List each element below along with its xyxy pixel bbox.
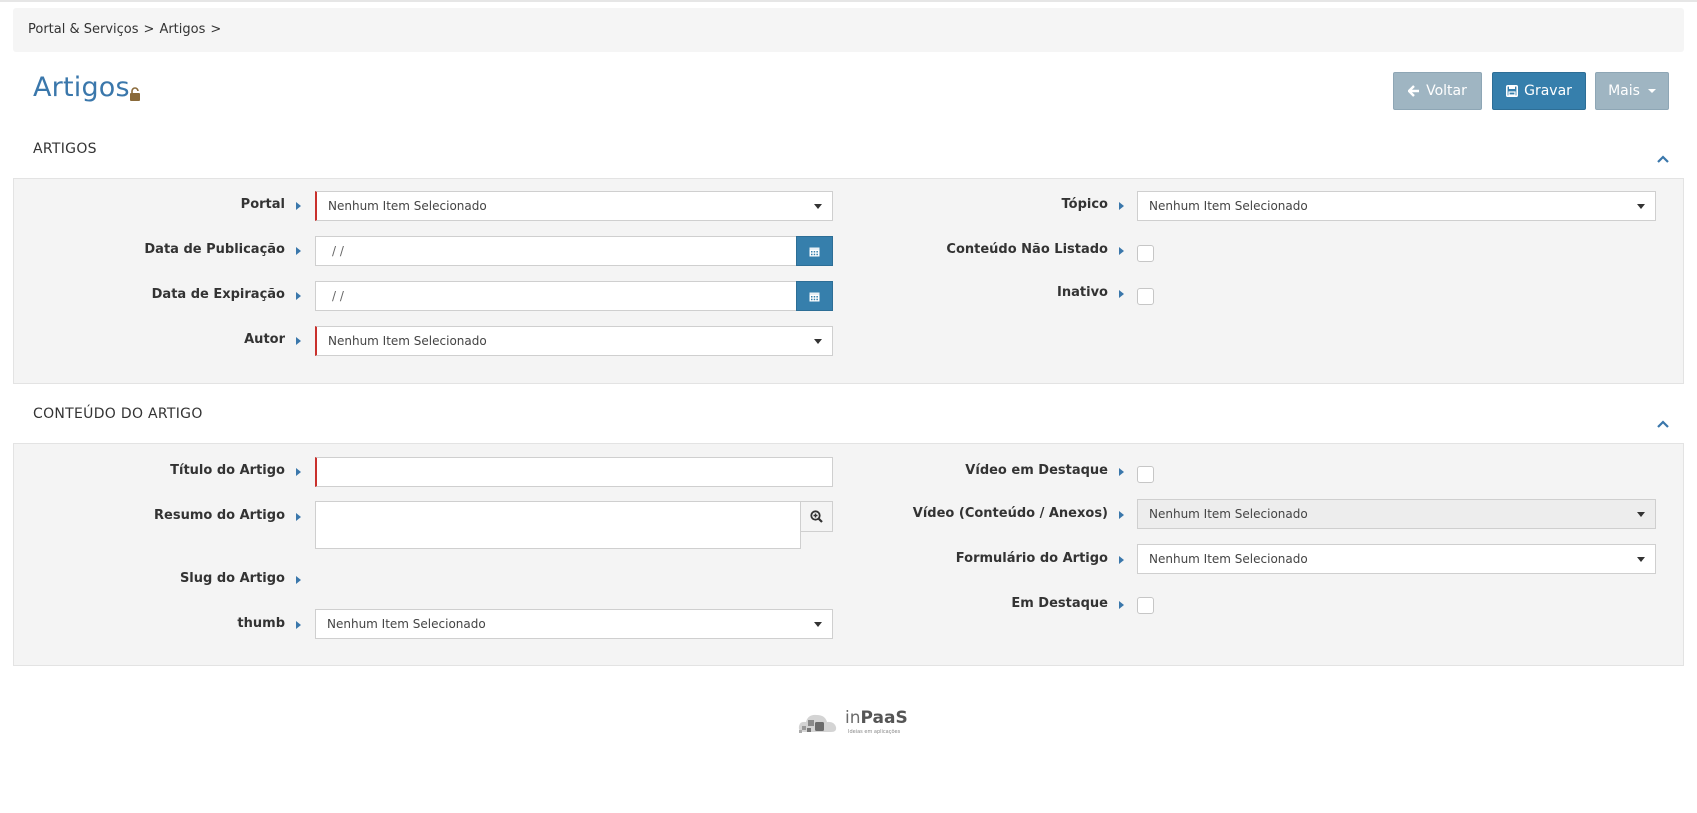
calendar-icon	[809, 247, 820, 256]
top-border	[0, 0, 1697, 2]
portal-select[interactable]: Nenhum Item Selecionado	[315, 191, 833, 221]
logo-in: in	[845, 708, 861, 728]
autor-select[interactable]: Nenhum Item Selecionado	[315, 326, 833, 356]
dropdown-arrow-icon	[1637, 204, 1645, 209]
portal-label: Portal	[240, 197, 285, 212]
caret-right-icon	[1119, 202, 1124, 210]
thumb-select[interactable]: Nenhum Item Selecionado	[315, 609, 833, 639]
caret-right-icon	[296, 337, 301, 345]
topico-select[interactable]: Nenhum Item Selecionado	[1137, 191, 1656, 221]
autor-select-value: Nenhum Item Selecionado	[328, 334, 487, 348]
nao-listado-label: Conteúdo Não Listado	[946, 242, 1108, 257]
arrow-left-icon	[1408, 85, 1420, 97]
pub-date-input[interactable]: / /	[315, 236, 798, 266]
video-select[interactable]: Nenhum Item Selecionado	[1137, 499, 1656, 529]
inpaas-logo-subtitle: Ideias em aplicações	[848, 729, 901, 735]
titulo-input[interactable]	[315, 457, 833, 487]
thumb-label: thumb	[237, 616, 285, 631]
nao-listado-checkbox[interactable]	[1137, 245, 1154, 262]
formulario-select[interactable]: Nenhum Item Selecionado	[1137, 544, 1656, 574]
more-button-label: Mais	[1608, 83, 1640, 99]
video-label: Vídeo (Conteúdo / Anexos)	[912, 506, 1108, 521]
slug-label: Slug do Artigo	[179, 571, 285, 586]
caret-right-icon	[1119, 468, 1124, 476]
zoom-in-icon	[810, 510, 823, 523]
back-button-label: Voltar	[1426, 83, 1467, 99]
caret-right-icon	[296, 621, 301, 629]
caret-right-icon	[1119, 556, 1124, 564]
caret-right-icon	[296, 513, 301, 521]
dropdown-arrow-icon	[1637, 512, 1645, 517]
resumo-label: Resumo do Artigo	[154, 508, 285, 523]
inpaas-logo-cloud-icon	[798, 714, 837, 733]
exp-date-calendar-button[interactable]	[796, 281, 833, 311]
dropdown-arrow-icon	[814, 339, 822, 344]
formulario-label: Formulário do Artigo	[955, 551, 1108, 566]
breadcrumb-separator: >	[143, 22, 155, 37]
caret-right-icon	[1119, 290, 1124, 298]
floppy-disk-icon	[1506, 85, 1519, 97]
breadcrumb-separator: >	[210, 22, 222, 37]
portal-select-value: Nenhum Item Selecionado	[328, 199, 487, 213]
breadcrumb: Portal & Serviços > Artigos >	[13, 8, 1684, 52]
titulo-label: Título do Artigo	[170, 463, 285, 478]
dropdown-arrow-icon	[814, 622, 822, 627]
back-button[interactable]: Voltar	[1393, 72, 1482, 110]
video-destaque-label: Vídeo em Destaque	[965, 463, 1108, 478]
caret-down-icon	[1647, 89, 1656, 93]
chevron-up-icon[interactable]	[1657, 155, 1669, 163]
breadcrumb-item-artigos[interactable]: Artigos	[159, 22, 205, 37]
inativo-label: Inativo	[1057, 285, 1108, 300]
chevron-up-icon[interactable]	[1657, 420, 1669, 428]
pub-date-label: Data de Publicação	[144, 242, 285, 257]
em-destaque-checkbox[interactable]	[1137, 597, 1154, 614]
save-button-label: Gravar	[1524, 83, 1572, 99]
caret-right-icon	[1119, 511, 1124, 519]
page-title: Artigos	[33, 72, 130, 103]
inativo-checkbox[interactable]	[1137, 288, 1154, 305]
caret-right-icon	[296, 202, 301, 210]
logo-paas: PaaS	[860, 708, 908, 728]
more-button[interactable]: Mais	[1595, 72, 1669, 110]
video-select-value: Nenhum Item Selecionado	[1149, 507, 1308, 521]
save-button[interactable]: Gravar	[1492, 72, 1586, 110]
caret-right-icon	[296, 576, 301, 584]
topico-select-value: Nenhum Item Selecionado	[1149, 199, 1308, 213]
resumo-textarea[interactable]	[315, 501, 801, 549]
unlock-icon	[130, 87, 140, 101]
autor-label: Autor	[244, 332, 285, 347]
caret-right-icon	[1119, 247, 1124, 255]
caret-right-icon	[296, 468, 301, 476]
thumb-select-value: Nenhum Item Selecionado	[327, 617, 486, 631]
calendar-icon	[809, 292, 820, 301]
dropdown-arrow-icon	[1637, 557, 1645, 562]
resumo-zoom-button[interactable]	[800, 501, 833, 532]
caret-right-icon	[296, 292, 301, 300]
caret-right-icon	[296, 247, 301, 255]
caret-right-icon	[1119, 601, 1124, 609]
exp-date-label: Data de Expiração	[151, 287, 285, 302]
inpaas-logo-text: inPaaS	[845, 708, 908, 728]
video-destaque-checkbox[interactable]	[1137, 466, 1154, 483]
formulario-select-value: Nenhum Item Selecionado	[1149, 552, 1308, 566]
pub-date-calendar-button[interactable]	[796, 236, 833, 266]
topico-label: Tópico	[1061, 197, 1108, 212]
section-title-conteudo: CONTEÚDO DO ARTIGO	[33, 406, 203, 422]
breadcrumb-item-portal[interactable]: Portal & Serviços	[28, 22, 139, 37]
em-destaque-label: Em Destaque	[1011, 596, 1108, 611]
dropdown-arrow-icon	[814, 204, 822, 209]
section-title-artigos: ARTIGOS	[33, 141, 97, 157]
exp-date-input[interactable]: / /	[315, 281, 798, 311]
